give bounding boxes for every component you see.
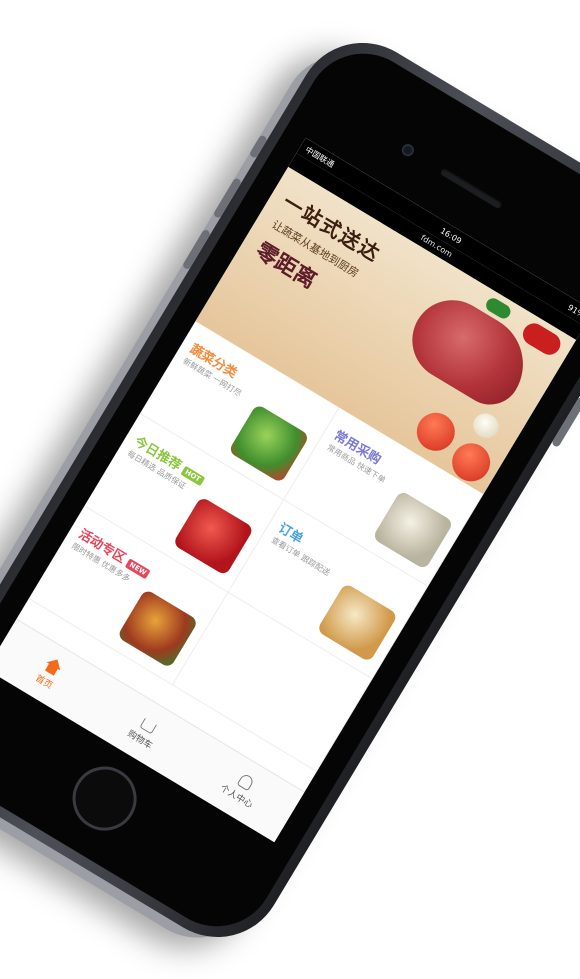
- vegetable-mix-image: [116, 588, 199, 669]
- mute-switch: [248, 133, 268, 159]
- gift-box-image: [172, 495, 255, 576]
- produce-basket-image: [371, 489, 454, 570]
- phone-body: 中国联通 16:09 91% fdm.com 一站式送达 让蔬菜从基地到厨房 零…: [0, 17, 580, 962]
- home-icon: [42, 655, 64, 677]
- home-button[interactable]: [60, 754, 149, 842]
- tomato-image: [409, 405, 462, 458]
- front-camera: [399, 141, 417, 158]
- user-icon: [236, 771, 255, 791]
- phone-front: 中国联通 16:09 91% fdm.com 一站式送达 让蔬菜从基地到厨房 零…: [0, 31, 580, 948]
- garlic-image: [468, 408, 504, 443]
- phone-mockup: 中国联通 16:09 91% fdm.com 一站式送达 让蔬菜从基地到厨房 零…: [0, 0, 580, 979]
- earpiece-speaker: [439, 166, 504, 210]
- vegetable-bowl-image: [227, 403, 310, 483]
- screen: 中国联通 16:09 91% fdm.com 一站式送达 让蔬菜从基地到厨房 零…: [0, 137, 580, 842]
- order-list-image: [316, 582, 399, 663]
